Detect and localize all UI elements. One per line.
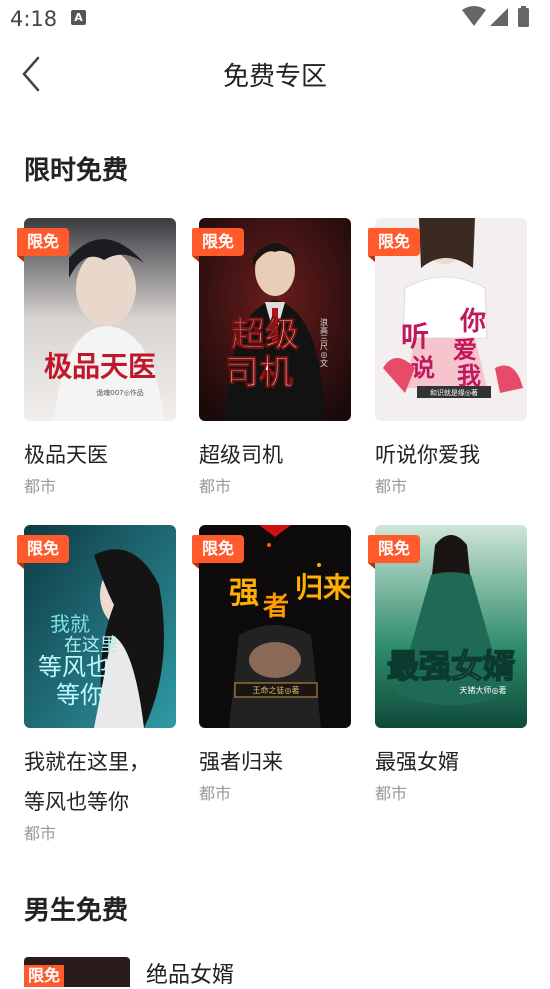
cover-author: 天猪大师◎著 xyxy=(460,685,507,695)
signal-wifi-battery-icons xyxy=(462,6,529,27)
svg-text:我: 我 xyxy=(457,362,481,390)
svg-text:说: 说 xyxy=(411,354,435,382)
book-category: 都市 xyxy=(375,784,408,803)
section-title-male: 男生免费 xyxy=(24,896,129,926)
book-title[interactable]: 绝品女婿 xyxy=(146,957,234,989)
book-card[interactable]: 限免 我就 在这里 等风也 等你 我就在这里， 等风也等你 都市 xyxy=(17,525,176,844)
list-item[interactable]: 限免 绝品女婿 xyxy=(24,957,544,989)
book-title[interactable]: 强者归来 xyxy=(199,742,351,782)
book-card[interactable]: 限免 最强女婿 天猪大师◎著 最强女婿 都市 xyxy=(368,525,527,804)
wifi-icon xyxy=(462,6,486,26)
nav-bar: 免费专区 xyxy=(0,44,550,106)
limited-free-badge: 限免 xyxy=(17,228,73,262)
svg-text:司机: 司机 xyxy=(225,353,293,393)
cover-author: 和识就是缘◎著 xyxy=(430,388,478,397)
book-category: 都市 xyxy=(199,477,232,496)
svg-text:你: 你 xyxy=(459,307,486,337)
limited-free-badge: 限免 xyxy=(24,965,64,987)
status-bar: 4:18 A xyxy=(0,0,550,38)
svg-text:等风也: 等风也 xyxy=(38,653,110,681)
cover-author: 浪高三尺◎文 xyxy=(320,317,329,368)
status-time: 4:18 xyxy=(10,7,58,31)
book-cover[interactable]: 限免 xyxy=(24,957,130,987)
book-title[interactable]: 听说你爱我 xyxy=(375,435,527,475)
book-category: 都市 xyxy=(375,477,408,496)
book-card[interactable]: 限免 强 者 归来 王命之徒◎著 强者归来 都市 xyxy=(192,525,351,804)
svg-text:我就: 我就 xyxy=(50,612,90,636)
cover-author: 诡魂007◎作品 xyxy=(96,388,143,397)
book-title[interactable]: 我就在这里， 等风也等你 xyxy=(24,742,176,822)
book-card[interactable]: 限免 超级 司机 浪高三尺◎文 超级司机 都市 xyxy=(192,218,351,497)
book-category: 都市 xyxy=(199,784,232,803)
section-title-limited: 限时免费 xyxy=(24,156,129,186)
book-category: 都市 xyxy=(24,477,57,496)
limited-free-badge: 限免 xyxy=(368,228,424,262)
svg-text:等你: 等你 xyxy=(56,681,104,709)
book-card[interactable]: 限免 听 你 说 爱 我 和识就是缘◎著 听说你爱我 都市 xyxy=(368,218,527,497)
cover-title: 最强女婿 xyxy=(387,647,515,685)
cover-author: 王命之徒◎著 xyxy=(253,685,300,695)
book-card[interactable]: 限免 极品天医 诡魂007◎作品 极品天医 都市 xyxy=(17,218,176,497)
notification-icon: A xyxy=(71,10,86,25)
limited-free-badge: 限免 xyxy=(368,535,424,569)
book-title[interactable]: 超级司机 xyxy=(199,435,351,475)
svg-text:强: 强 xyxy=(229,576,259,611)
page-title: 免费专区 xyxy=(222,62,327,92)
svg-text:者: 者 xyxy=(263,592,289,622)
limited-free-badge: 限免 xyxy=(192,535,248,569)
battery-icon xyxy=(518,8,529,27)
svg-text:归来: 归来 xyxy=(295,571,351,604)
signal-icon xyxy=(490,8,508,26)
book-category: 都市 xyxy=(24,824,57,843)
cover-title: 极品天医 xyxy=(44,350,156,383)
book-title[interactable]: 最强女婿 xyxy=(375,742,527,782)
svg-text:爱: 爱 xyxy=(453,336,477,364)
limited-free-badge: 限免 xyxy=(17,535,73,569)
svg-text:超级: 超级 xyxy=(231,315,299,355)
limited-free-badge: 限免 xyxy=(192,228,248,262)
book-title[interactable]: 极品天医 xyxy=(24,435,176,475)
svg-text:听: 听 xyxy=(401,320,429,353)
